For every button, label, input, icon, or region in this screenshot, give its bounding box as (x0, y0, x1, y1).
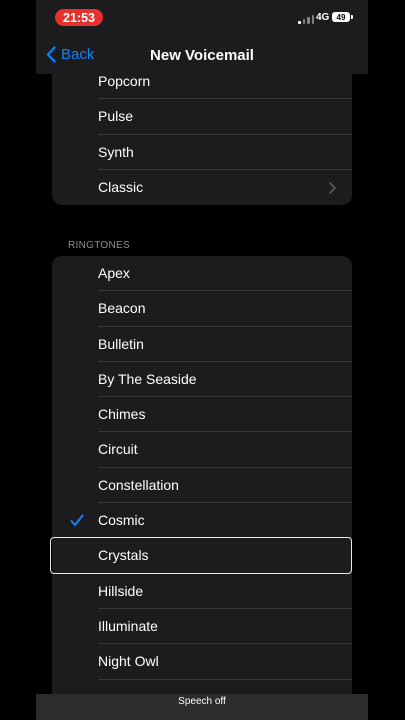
tone-row-by-the-seaside[interactable]: By The Seaside (52, 362, 352, 398)
tone-row-chimes[interactable]: Chimes (52, 397, 352, 433)
page-title: New Voicemail (150, 47, 254, 64)
tone-label: By The Seaside (98, 370, 197, 387)
signal-icon (298, 14, 314, 24)
alert-tones-group: Popcorn Pulse Synth Classic (52, 74, 352, 206)
tone-row-hillside[interactable]: Hillside (52, 574, 352, 609)
ringtones-header: RINGTONES (68, 240, 130, 251)
tone-row-illuminate[interactable]: Illuminate (52, 609, 352, 645)
tone-list[interactable]: Popcorn Pulse Synth Classic RINGTONES Ap (36, 74, 368, 694)
tone-row-pulse[interactable]: Pulse (52, 99, 352, 135)
tone-label: Apex (98, 265, 130, 281)
tone-row-synth[interactable]: Synth (52, 135, 352, 170)
tone-label: Circuit (98, 441, 138, 458)
phone-screen: 21:53 4G 49 Back New Voicemail Popcorn P… (36, 0, 368, 720)
tone-row-bulletin[interactable]: Bulletin (52, 327, 352, 362)
tone-label: Beacon (98, 300, 146, 317)
battery-icon: 49 (332, 12, 353, 22)
ringtones-group: Apex Beacon Bulletin By The Seaside Chim… (52, 256, 352, 694)
tone-row-popcorn[interactable]: Popcorn (52, 74, 352, 100)
tone-label: Synth (98, 143, 134, 160)
status-bar: 21:53 4G 49 (36, 0, 368, 36)
tone-row-constellation[interactable]: Constellation (52, 468, 352, 504)
tone-label: Popcorn (98, 74, 151, 89)
status-time[interactable]: 21:53 (55, 9, 103, 26)
tone-label: Classic (98, 178, 144, 195)
tone-label: Chimes (98, 406, 146, 423)
tone-label: Night Owl (98, 653, 159, 670)
tone-label: Bulletin (98, 335, 144, 352)
chevron-right-icon (329, 182, 336, 194)
tone-row-classic[interactable]: Classic (52, 170, 352, 205)
battery-level: 49 (336, 12, 346, 22)
tone-row-apex[interactable]: Apex (52, 256, 352, 292)
tone-row-cosmic[interactable]: Cosmic (52, 503, 352, 539)
tone-row-beacon[interactable]: Beacon (52, 291, 352, 327)
tone-label: Illuminate (98, 617, 158, 634)
tone-row-circuit[interactable]: Circuit (52, 432, 352, 468)
tone-label: Constellation (98, 476, 179, 493)
tone-label: Cosmic (98, 512, 145, 529)
checkmark-icon (70, 514, 84, 527)
speech-caption: Speech off (36, 694, 368, 720)
row-divider (98, 678, 352, 680)
navigation-bar: Back New Voicemail (36, 36, 368, 74)
voiceover-focus-cursor (50, 537, 352, 574)
tone-label: Hillside (98, 582, 144, 599)
network-type: 4G (316, 12, 330, 23)
tone-row-night-owl[interactable]: Night Owl (52, 644, 352, 680)
tone-label: Pulse (98, 108, 134, 125)
